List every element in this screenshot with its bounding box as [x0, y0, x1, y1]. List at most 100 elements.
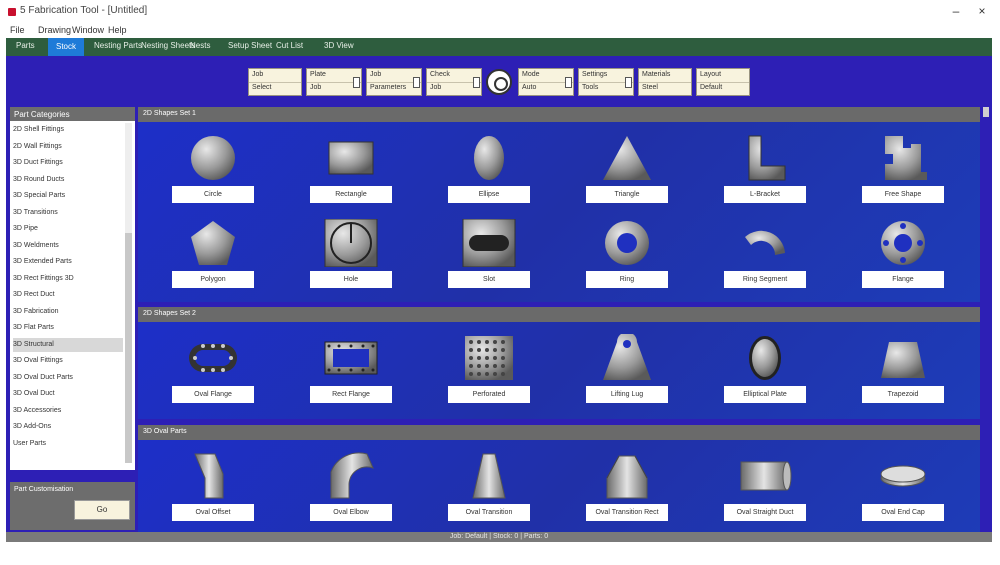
shape-tile-label[interactable]: Ring Segment: [724, 271, 806, 288]
sidebar-item[interactable]: 3D Structural: [13, 337, 123, 352]
l-shape-icon[interactable]: [735, 134, 795, 182]
shape-tile-label[interactable]: Ellipse: [448, 186, 530, 203]
sidebar-item[interactable]: User Parts: [13, 437, 123, 451]
sidebar-item[interactable]: 3D Accessories: [13, 404, 123, 418]
sidebar-item[interactable]: 3D Extended Parts: [13, 255, 123, 269]
rectangle-shape-icon[interactable]: [321, 134, 381, 182]
lug-shape-icon[interactable]: [597, 332, 657, 382]
shape-tile-label[interactable]: Oval Transition: [448, 504, 530, 521]
shape-tile-label[interactable]: Free Shape: [862, 186, 944, 203]
rect-flange-shape-icon[interactable]: [321, 334, 381, 382]
triangle-shape-icon[interactable]: [597, 134, 657, 182]
toolbar-field-mode[interactable]: Mode Auto: [518, 68, 574, 96]
sidebar-item[interactable]: 3D Transitions: [13, 206, 123, 220]
shape-tile-label[interactable]: Hole: [310, 271, 392, 288]
shape-tile-label[interactable]: Perforated: [448, 386, 530, 403]
shape-tile-label[interactable]: Ring: [586, 271, 668, 288]
view-target-icon[interactable]: [486, 69, 512, 95]
close-button[interactable]: ×: [972, 4, 992, 18]
end-cap-shape-icon[interactable]: [873, 452, 933, 500]
shape-tile-label[interactable]: Lifting Lug: [586, 386, 668, 403]
notch-shape-icon[interactable]: [873, 134, 933, 182]
shape-tile-label[interactable]: Polygon: [172, 271, 254, 288]
tab-nests[interactable]: Nests: [190, 41, 210, 50]
menu-drawing[interactable]: Drawing: [38, 25, 71, 35]
dropdown-arrow-icon[interactable]: [565, 77, 572, 88]
scrollbar-thumb[interactable]: [125, 233, 132, 463]
shape-tile-label[interactable]: Circle: [172, 186, 254, 203]
shape-tile-label[interactable]: Flange: [862, 271, 944, 288]
tab-parts[interactable]: Parts: [16, 41, 35, 50]
sidebar-item[interactable]: 3D Fabrication: [13, 305, 123, 319]
shape-tile-label[interactable]: Oval Offset: [172, 504, 254, 521]
polygon-shape-icon[interactable]: [183, 219, 243, 267]
shape-tile-label[interactable]: Oval Elbow: [310, 504, 392, 521]
customisation-go-button[interactable]: Go: [74, 500, 130, 520]
toolbar-field-check-job[interactable]: Check Job: [426, 68, 482, 96]
sidebar-item[interactable]: 3D Rect Fittings 3D: [13, 272, 123, 286]
toolbar-field-job-parameters[interactable]: Job Parameters: [366, 68, 422, 96]
dropdown-arrow-icon[interactable]: [413, 77, 420, 88]
toolbar-field-materials[interactable]: Materials Steel: [638, 68, 692, 96]
sidebar-scrollbar[interactable]: [125, 123, 132, 463]
shape-tile-label[interactable]: Slot: [448, 271, 530, 288]
shape-tile-label[interactable]: Oval End Cap: [862, 504, 944, 521]
toolbar-field-job-select[interactable]: Job Select: [248, 68, 302, 96]
tab-cut-list[interactable]: Cut List: [276, 41, 303, 50]
sidebar-item[interactable]: 3D Weldments: [13, 239, 123, 253]
tab-setup-sheet[interactable]: Setup Sheet: [228, 41, 272, 50]
tab-stock[interactable]: Stock: [48, 38, 85, 56]
sidebar-item[interactable]: 3D Oval Fittings: [13, 354, 123, 368]
shape-tile-label[interactable]: Oval Transition Rect: [586, 504, 668, 521]
gallery-scrollbar[interactable]: [982, 107, 990, 532]
dropdown-arrow-icon[interactable]: [353, 77, 360, 88]
flange-shape-icon[interactable]: [873, 219, 933, 267]
shape-tile-label[interactable]: Trapezoid: [862, 386, 944, 403]
transition-shape-icon[interactable]: [459, 452, 519, 500]
sidebar-item[interactable]: 2D Shell Fittings: [13, 123, 123, 137]
transition-rect-shape-icon[interactable]: [597, 452, 657, 500]
sidebar-item[interactable]: 3D Duct Fittings: [13, 156, 123, 170]
shape-tile-label[interactable]: Rectangle: [310, 186, 392, 203]
shape-tile-label[interactable]: L-Bracket: [724, 186, 806, 203]
shape-tile-label[interactable]: Elliptical Plate: [724, 386, 806, 403]
elbow-shape-icon[interactable]: [321, 452, 381, 500]
straight-duct-shape-icon[interactable]: [735, 452, 795, 500]
ring-shape-icon[interactable]: [597, 219, 657, 267]
sidebar-item[interactable]: 3D Add-Ons: [13, 420, 123, 434]
perforated-shape-icon[interactable]: [459, 334, 519, 382]
tab-nesting-parts[interactable]: Nesting Parts: [94, 41, 142, 50]
sidebar-item[interactable]: 3D Pipe: [13, 222, 123, 236]
circle-shape-icon[interactable]: [183, 134, 243, 182]
slot-shape-icon[interactable]: [459, 218, 519, 268]
elliptical-shape-icon[interactable]: [735, 334, 795, 382]
sidebar-item[interactable]: 3D Oval Duct: [13, 387, 123, 401]
trapezoid-shape-icon[interactable]: [873, 334, 933, 382]
tab-3d-view[interactable]: 3D View: [324, 41, 354, 50]
menu-window[interactable]: Window: [72, 25, 104, 35]
sidebar-item[interactable]: 3D Rect Duct: [13, 288, 123, 302]
sidebar-item[interactable]: 3D Round Ducts: [13, 173, 123, 187]
shape-tile-label[interactable]: Oval Straight Duct: [724, 504, 806, 521]
minimize-button[interactable]: –: [946, 4, 966, 18]
dropdown-arrow-icon[interactable]: [473, 77, 480, 88]
menu-file[interactable]: File: [10, 25, 25, 35]
dropdown-arrow-icon[interactable]: [625, 77, 632, 88]
sidebar-item[interactable]: 2D Wall Fittings: [13, 140, 123, 154]
hole-shape-icon[interactable]: [321, 218, 381, 268]
menu-help[interactable]: Help: [108, 25, 127, 35]
offset-shape-icon[interactable]: [183, 452, 243, 500]
oval-flange-shape-icon[interactable]: [183, 334, 243, 382]
sidebar-item[interactable]: 3D Special Parts: [13, 189, 123, 203]
ellipse-shape-icon[interactable]: [459, 134, 519, 182]
shape-tile-label[interactable]: Oval Flange: [172, 386, 254, 403]
toolbar-field-settings[interactable]: Settings Tools: [578, 68, 634, 96]
shape-tile-label[interactable]: Rect Flange: [310, 386, 392, 403]
sidebar-item[interactable]: 3D Oval Duct Parts: [13, 371, 123, 385]
toolbar-field-plate-job[interactable]: Plate Job: [306, 68, 362, 96]
ring-segment-shape-icon[interactable]: [735, 219, 795, 267]
customisation-field[interactable]: [14, 500, 72, 522]
sidebar-item[interactable]: 3D Flat Parts: [13, 321, 123, 335]
scrollbar-thumb[interactable]: [983, 107, 989, 117]
shape-tile-label[interactable]: Triangle: [586, 186, 668, 203]
